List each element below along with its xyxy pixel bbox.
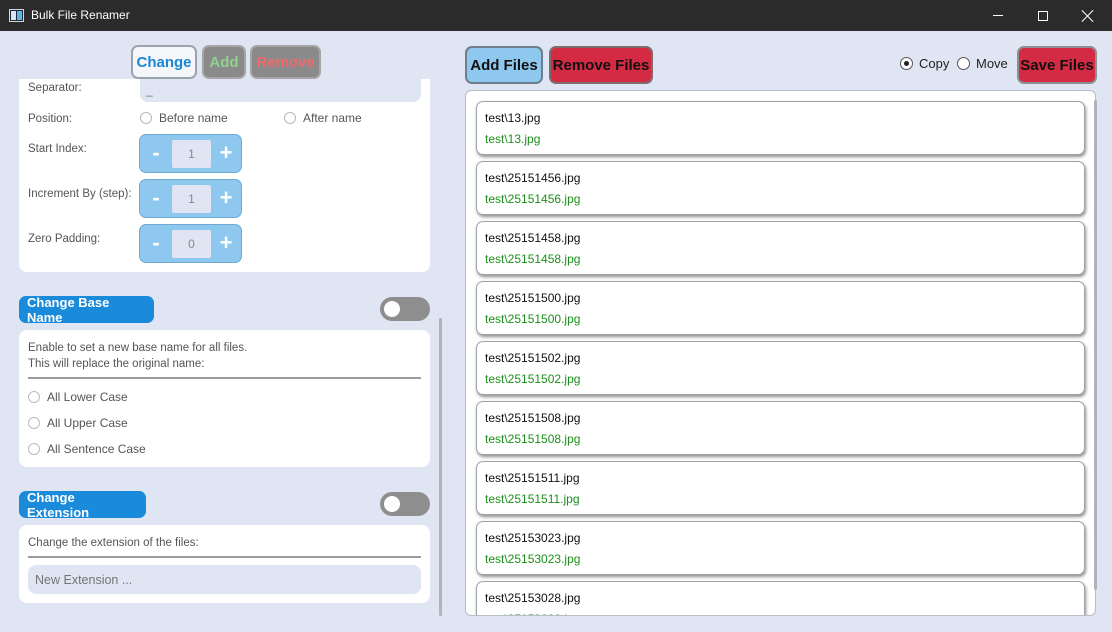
window-title: Bulk File Renamer — [31, 8, 130, 22]
upper-case-radio[interactable] — [28, 417, 40, 429]
copy-label: Copy — [919, 56, 950, 71]
start-index-value[interactable]: 1 — [172, 140, 211, 168]
remove-mode-button[interactable]: Remove — [250, 45, 321, 79]
start-index-stepper: - 1 + — [139, 134, 242, 173]
extension-divider — [28, 556, 421, 558]
file-new-name: test\13.jpg — [485, 132, 541, 146]
maximize-icon — [1038, 10, 1048, 21]
separator-input[interactable]: _ — [140, 79, 421, 102]
file-new-name: test\25151458.jpg — [485, 252, 581, 266]
file-original-name: test\13.jpg — [485, 111, 541, 125]
file-original-name: test\25151502.jpg — [485, 351, 581, 365]
file-original-name: test\25151458.jpg — [485, 231, 581, 245]
file-original-name: test\25151511.jpg — [485, 471, 580, 485]
copy-option[interactable]: Copy — [900, 56, 949, 71]
file-new-name: test\25151456.jpg — [485, 192, 581, 206]
new-extension-input[interactable] — [28, 565, 421, 594]
start-index-decrement-button[interactable]: - — [145, 141, 167, 167]
move-option[interactable]: Move — [957, 56, 1008, 71]
file-original-name: test\25151456.jpg — [485, 171, 581, 185]
options-scroll-area[interactable]: Separator: _ Position: Before name After… — [0, 79, 442, 632]
app-icon — [9, 9, 24, 22]
remove-files-button[interactable]: Remove Files — [549, 46, 653, 84]
increment-label: Increment By (step): — [28, 188, 132, 200]
zero-padding-increment-button[interactable]: + — [215, 231, 237, 257]
increment-decrement-button[interactable]: - — [145, 186, 167, 212]
position-before-radio[interactable] — [140, 112, 152, 124]
position-after-label: After name — [303, 111, 362, 125]
file-item[interactable]: test\25151508.jpg test\25151508.jpg — [476, 401, 1085, 455]
file-item[interactable]: test\25151511.jpg test\25151511.jpg — [476, 461, 1085, 515]
base-name-description-1: Enable to set a new base name for all fi… — [28, 342, 248, 354]
file-item[interactable]: test\25151502.jpg test\25151502.jpg — [476, 341, 1085, 395]
title-bar: Bulk File Renamer — [0, 0, 1112, 31]
sentence-case-radio[interactable] — [28, 443, 40, 455]
copy-radio[interactable] — [900, 57, 913, 70]
position-after-option[interactable]: After name — [284, 111, 362, 125]
move-radio[interactable] — [957, 57, 970, 70]
file-item[interactable]: test\25153028.jpg test\25153028.jpg — [476, 581, 1085, 615]
minimize-button[interactable] — [975, 0, 1021, 31]
file-new-name: test\25153028.jpg — [485, 612, 580, 615]
position-before-label: Before name — [159, 111, 228, 125]
file-new-name: test\25151502.jpg — [485, 372, 581, 386]
file-new-name: test\25153023.jpg — [485, 552, 581, 566]
base-name-description-2: This will replace the original name: — [28, 358, 205, 370]
add-files-button[interactable]: Add Files — [465, 46, 543, 84]
upper-case-option[interactable]: All Upper Case — [28, 416, 128, 430]
file-original-name: test\25153023.jpg — [485, 531, 581, 545]
minimize-icon — [993, 15, 1003, 16]
start-index-increment-button[interactable]: + — [215, 141, 237, 167]
lower-case-label: All Lower Case — [47, 390, 128, 404]
file-item[interactable]: test\25151458.jpg test\25151458.jpg — [476, 221, 1085, 275]
increment-increment-button[interactable]: + — [215, 186, 237, 212]
file-item[interactable]: test\25153023.jpg test\25153023.jpg — [476, 521, 1085, 575]
zero-padding-stepper: - 0 + — [139, 224, 242, 263]
sentence-case-option[interactable]: All Sentence Case — [28, 442, 146, 456]
change-mode-button[interactable]: Change — [131, 45, 197, 79]
save-files-button[interactable]: Save Files — [1017, 46, 1097, 84]
close-button[interactable] — [1065, 0, 1111, 31]
options-scrollbar[interactable] — [439, 318, 442, 616]
file-original-name: test\25151500.jpg — [485, 291, 581, 305]
file-item[interactable]: test\25151500.jpg test\25151500.jpg — [476, 281, 1085, 335]
zero-padding-decrement-button[interactable]: - — [145, 231, 167, 257]
change-base-name-toggle[interactable] — [380, 297, 430, 321]
file-list[interactable]: test\13.jpg test\13.jpg test\25151456.jpg t… — [465, 90, 1096, 616]
add-mode-button[interactable]: Add — [202, 45, 246, 79]
move-label: Move — [976, 56, 1008, 71]
file-item[interactable]: test\13.jpg test\13.jpg — [476, 101, 1085, 155]
zero-padding-value[interactable]: 0 — [172, 230, 211, 258]
file-original-name: test\25153028.jpg — [485, 591, 581, 605]
upper-case-label: All Upper Case — [47, 416, 128, 430]
close-icon — [1081, 9, 1095, 23]
start-index-label: Start Index: — [28, 143, 87, 155]
zero-padding-label: Zero Padding: — [28, 233, 101, 245]
change-extension-toggle[interactable] — [380, 492, 430, 516]
separator-label: Separator: — [28, 82, 82, 94]
position-label: Position: — [28, 113, 73, 125]
change-base-name-header: Change Base Name — [19, 295, 154, 325]
lower-case-radio[interactable] — [28, 391, 40, 403]
position-after-radio[interactable] — [284, 112, 296, 124]
sentence-case-label: All Sentence Case — [47, 442, 146, 456]
increment-stepper: - 1 + — [139, 179, 242, 218]
base-name-divider — [28, 377, 421, 379]
file-item[interactable]: test\25151456.jpg test\25151456.jpg — [476, 161, 1085, 215]
change-extension-header: Change Extension — [19, 490, 146, 520]
file-new-name: test\25151511.jpg — [485, 492, 580, 506]
file-original-name: test\25151508.jpg — [485, 411, 581, 425]
file-new-name: test\25151508.jpg — [485, 432, 581, 446]
maximize-button[interactable] — [1020, 0, 1066, 31]
position-before-option[interactable]: Before name — [140, 111, 228, 125]
file-list-scrollbar[interactable] — [1094, 100, 1097, 590]
file-new-name: test\25151500.jpg — [485, 312, 581, 326]
lower-case-option[interactable]: All Lower Case — [28, 390, 128, 404]
extension-description: Change the extension of the files: — [28, 537, 199, 549]
increment-value[interactable]: 1 — [172, 185, 211, 213]
